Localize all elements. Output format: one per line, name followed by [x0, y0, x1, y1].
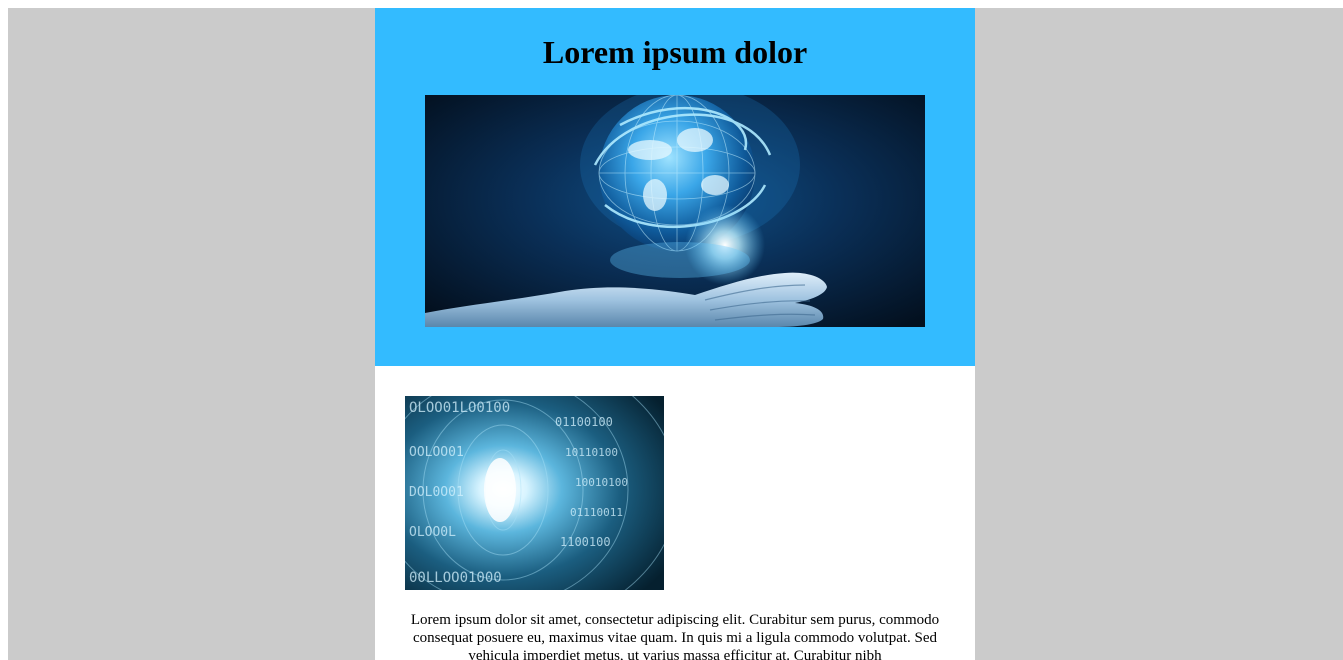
- svg-text:10010100: 10010100: [575, 476, 628, 489]
- svg-text:1100100: 1100100: [560, 535, 611, 549]
- svg-text:10110100: 10110100: [565, 446, 618, 459]
- svg-text:OLOO0L: OLOO0L: [409, 525, 456, 540]
- body-text: Lorem ipsum dolor sit amet, consectetur …: [410, 612, 940, 660]
- svg-text:OOLOO01: OOLOO01: [409, 445, 464, 460]
- binary-tunnel-image: OLOO01LO0100 01100100 10110100 10010100 …: [405, 396, 664, 590]
- svg-text:00LLOO01000: 00LLOO01000: [409, 570, 502, 586]
- svg-text:01100100: 01100100: [555, 415, 613, 429]
- svg-text:01110011: 01110011: [570, 506, 623, 519]
- header-title: Lorem ipsum dolor: [542, 34, 808, 70]
- svg-text:OLOO01LO0100: OLOO01LO0100: [409, 400, 510, 416]
- page-background: Lorem ipsum dolor OLOO01LO0100 01100100 …: [8, 8, 1343, 660]
- email-header: Lorem ipsum dolor: [375, 8, 975, 366]
- globe-in-hand-image: [425, 95, 925, 327]
- email-container: Lorem ipsum dolor OLOO01LO0100 01100100 …: [375, 8, 975, 660]
- svg-text:DOL0O01: DOL0O01: [409, 485, 464, 500]
